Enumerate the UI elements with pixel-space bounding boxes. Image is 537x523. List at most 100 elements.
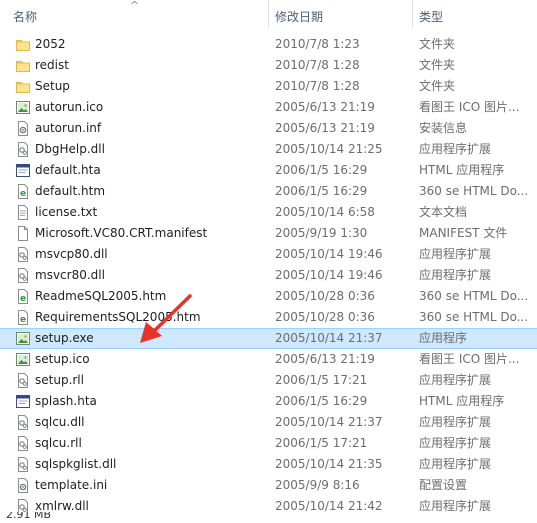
file-date: 2006/1/5 17:21 bbox=[275, 436, 368, 450]
selection-size: 2.91 MB bbox=[6, 512, 52, 521]
file-type: 应用程序 bbox=[419, 331, 468, 345]
file-type: 360 se HTML Do... bbox=[419, 184, 529, 198]
file-name: sqlcu.rll bbox=[35, 436, 82, 450]
file-row[interactable]: sqlcu.dll 2005/10/14 21:37 应用程序扩展 bbox=[0, 412, 537, 433]
file-type: HTML 应用程序 bbox=[419, 163, 505, 177]
html-file-icon: e bbox=[16, 289, 30, 304]
html-file-icon: e bbox=[16, 310, 30, 325]
file-row[interactable]: sqlspkglist.dll 2005/10/14 21:35 应用程序扩展 bbox=[0, 454, 537, 475]
folder-icon bbox=[16, 58, 30, 73]
folder-icon bbox=[16, 79, 30, 94]
file-row[interactable]: sqlcu.rll 2006/1/5 17:21 应用程序扩展 bbox=[0, 433, 537, 454]
blank-file-icon bbox=[16, 226, 30, 241]
settings-file-icon bbox=[16, 478, 30, 493]
file-name: setup.rll bbox=[35, 373, 84, 387]
file-name: Microsoft.VC80.CRT.manifest bbox=[35, 226, 208, 240]
sort-ascending-icon: ^ bbox=[130, 0, 140, 12]
file-row[interactable]: template.ini 2005/9/9 8:16 配置设置 bbox=[0, 475, 537, 496]
column-header-date[interactable]: 修改日期 bbox=[270, 0, 412, 30]
file-date: 2005/10/14 21:37 bbox=[275, 415, 383, 429]
file-date: 2005/10/14 21:37 bbox=[275, 331, 383, 345]
file-row[interactable]: Setup 2010/7/8 1:28 文件夹 bbox=[0, 76, 537, 97]
file-type: 应用程序扩展 bbox=[419, 247, 492, 261]
file-name: Setup bbox=[35, 79, 70, 93]
file-name: autorun.ico bbox=[35, 100, 104, 114]
column-header-type[interactable]: 类型 bbox=[414, 0, 537, 30]
dll-file-icon bbox=[16, 142, 30, 157]
file-name: template.ini bbox=[35, 478, 108, 492]
file-type: 看图王 ICO 图片... bbox=[419, 100, 520, 114]
column-divider[interactable] bbox=[268, 0, 269, 30]
file-type: HTML 应用程序 bbox=[419, 394, 505, 408]
file-name: 2052 bbox=[35, 37, 66, 51]
file-type: MANIFEST 文件 bbox=[419, 226, 508, 240]
file-name: default.hta bbox=[35, 163, 101, 177]
file-list: 2052 2010/7/8 1:23 文件夹 redist 2010/7/8 1:28 文… bbox=[0, 34, 537, 517]
hta-file-icon bbox=[16, 163, 30, 178]
svg-text:e: e bbox=[20, 294, 26, 304]
file-name: RequirementsSQL2005.htm bbox=[35, 310, 201, 324]
file-name: setup.exe bbox=[35, 331, 94, 345]
file-name: msvcr80.dll bbox=[35, 268, 105, 282]
image-icon bbox=[16, 352, 30, 367]
file-name: splash.hta bbox=[35, 394, 97, 408]
file-row[interactable]: DbgHelp.dll 2005/10/14 21:25 应用程序扩展 bbox=[0, 139, 537, 160]
column-header: 名称 ^ 修改日期 类型 bbox=[0, 0, 537, 30]
file-date: 2005/10/14 19:46 bbox=[275, 247, 383, 261]
file-row[interactable]: e default.htm 2006/1/5 16:29 360 se HTML Do… bbox=[0, 181, 537, 202]
file-date: 2005/10/14 6:58 bbox=[275, 205, 375, 219]
file-type: 文本文档 bbox=[419, 205, 468, 219]
file-type: 应用程序扩展 bbox=[419, 415, 492, 429]
text-file-icon bbox=[16, 205, 30, 220]
dll-file-icon bbox=[16, 415, 30, 430]
file-row[interactable]: e RequirementsSQL2005.htm 2005/10/28 0:36 3… bbox=[0, 307, 537, 328]
file-type: 文件夹 bbox=[419, 79, 456, 93]
file-date: 2006/1/5 16:29 bbox=[275, 163, 368, 177]
file-name: autorun.inf bbox=[35, 121, 102, 135]
file-row[interactable]: msvcr80.dll 2005/10/14 19:46 应用程序扩展 bbox=[0, 265, 537, 286]
settings-file-icon bbox=[16, 121, 30, 136]
svg-text:e: e bbox=[20, 315, 26, 325]
dll-file-icon bbox=[16, 436, 30, 451]
file-date: 2010/7/8 1:23 bbox=[275, 37, 360, 51]
hta-file-icon bbox=[16, 394, 30, 409]
file-row[interactable]: autorun.ico 2005/6/13 21:19 看图王 ICO 图片... bbox=[0, 97, 537, 118]
file-row[interactable]: e ReadmeSQL2005.htm 2005/10/28 0:36 360 se … bbox=[0, 286, 537, 307]
file-type: 应用程序扩展 bbox=[419, 373, 492, 387]
file-row[interactable]: redist 2010/7/8 1:28 文件夹 bbox=[0, 55, 537, 76]
file-type: 安装信息 bbox=[419, 121, 468, 135]
folder-icon bbox=[16, 37, 30, 52]
file-row[interactable]: splash.hta 2006/1/5 16:29 HTML 应用程序 bbox=[0, 391, 537, 412]
file-row[interactable]: Microsoft.VC80.CRT.manifest 2005/9/19 1:3… bbox=[0, 223, 537, 244]
file-name: default.htm bbox=[35, 184, 106, 198]
file-row-selected[interactable]: setup.exe 2005/10/14 21:37 应用程序 bbox=[0, 328, 537, 349]
file-row[interactable]: 2052 2010/7/8 1:23 文件夹 bbox=[0, 34, 537, 55]
file-date: 2005/10/14 21:35 bbox=[275, 457, 383, 471]
file-date: 2006/1/5 17:21 bbox=[275, 373, 368, 387]
dll-file-icon bbox=[16, 457, 30, 472]
file-row[interactable]: default.hta 2006/1/5 16:29 HTML 应用程序 bbox=[0, 160, 537, 181]
file-name: msvcp80.dll bbox=[35, 247, 108, 261]
svg-text:e: e bbox=[20, 189, 26, 199]
file-date: 2006/1/5 16:29 bbox=[275, 184, 368, 198]
file-type: 360 se HTML Do... bbox=[419, 310, 529, 324]
file-type: 应用程序扩展 bbox=[419, 436, 492, 450]
exe-file-icon bbox=[16, 331, 30, 346]
html-file-icon: e bbox=[16, 184, 30, 199]
status-bar: 2.91 MB bbox=[0, 512, 537, 523]
file-row[interactable]: setup.rll 2006/1/5 17:21 应用程序扩展 bbox=[0, 370, 537, 391]
file-name: ReadmeSQL2005.htm bbox=[35, 289, 167, 303]
file-date: 2005/10/28 0:36 bbox=[275, 310, 375, 324]
file-date: 2010/7/8 1:28 bbox=[275, 79, 360, 93]
file-type: 应用程序扩展 bbox=[419, 268, 492, 282]
file-row[interactable]: autorun.inf 2005/6/13 21:19 安装信息 bbox=[0, 118, 537, 139]
file-row[interactable]: setup.ico 2005/6/13 21:19 看图王 ICO 图片... bbox=[0, 349, 537, 370]
file-type: 360 se HTML Do... bbox=[419, 289, 529, 303]
file-date: 2005/9/19 1:30 bbox=[275, 226, 368, 240]
file-date: 2005/10/14 19:46 bbox=[275, 268, 383, 282]
file-row[interactable]: msvcp80.dll 2005/10/14 19:46 应用程序扩展 bbox=[0, 244, 537, 265]
file-type: 配置设置 bbox=[419, 478, 468, 492]
file-name: setup.ico bbox=[35, 352, 90, 366]
column-divider[interactable] bbox=[412, 0, 413, 30]
file-row[interactable]: license.txt 2005/10/14 6:58 文本文档 bbox=[0, 202, 537, 223]
